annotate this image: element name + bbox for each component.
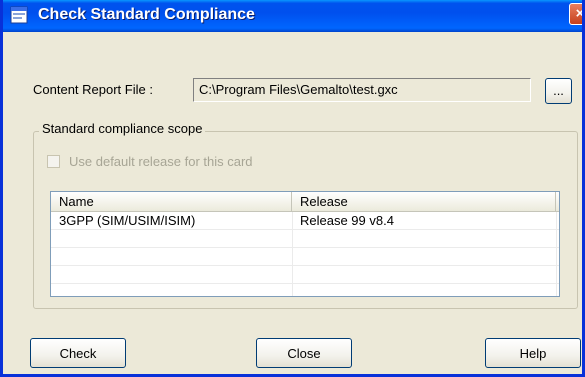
list-header: Name Release [51, 192, 559, 212]
table-row [51, 266, 559, 284]
use-default-release-checkbox[interactable] [47, 155, 60, 168]
close-button[interactable]: Close [256, 338, 352, 368]
table-row [51, 230, 559, 248]
row-release-cell: Release 99 v8.4 [300, 213, 394, 228]
check-button[interactable]: Check [30, 338, 126, 368]
compliance-list[interactable]: Name Release 3GPP (SIM/USIM/ISIM) Releas… [50, 191, 560, 297]
group-legend: Standard compliance scope [39, 121, 206, 136]
row-name-cell: 3GPP (SIM/USIM/ISIM) [59, 213, 196, 228]
help-button[interactable]: Help [485, 338, 581, 368]
use-default-release-label: Use default release for this card [69, 154, 253, 169]
application-window-icon [10, 6, 28, 24]
title-bar[interactable]: Check Standard Compliance × [3, 0, 585, 32]
table-row [51, 248, 559, 266]
column-header-release[interactable]: Release [292, 192, 556, 212]
dialog-window: Check Standard Compliance × Content Repo… [0, 0, 585, 377]
column-header-name[interactable]: Name [51, 192, 292, 212]
content-report-file-field[interactable]: C:\Program Files\Gemalto\test.gxc [193, 78, 531, 102]
content-report-file-label: Content Report File : [33, 82, 153, 97]
close-icon: × [575, 5, 585, 22]
window-title: Check Standard Compliance [38, 6, 255, 23]
close-window-button[interactable]: × [569, 3, 585, 25]
browse-button[interactable]: ... [545, 78, 572, 104]
table-row[interactable]: 3GPP (SIM/USIM/ISIM) Release 99 v8.4 [51, 212, 559, 230]
